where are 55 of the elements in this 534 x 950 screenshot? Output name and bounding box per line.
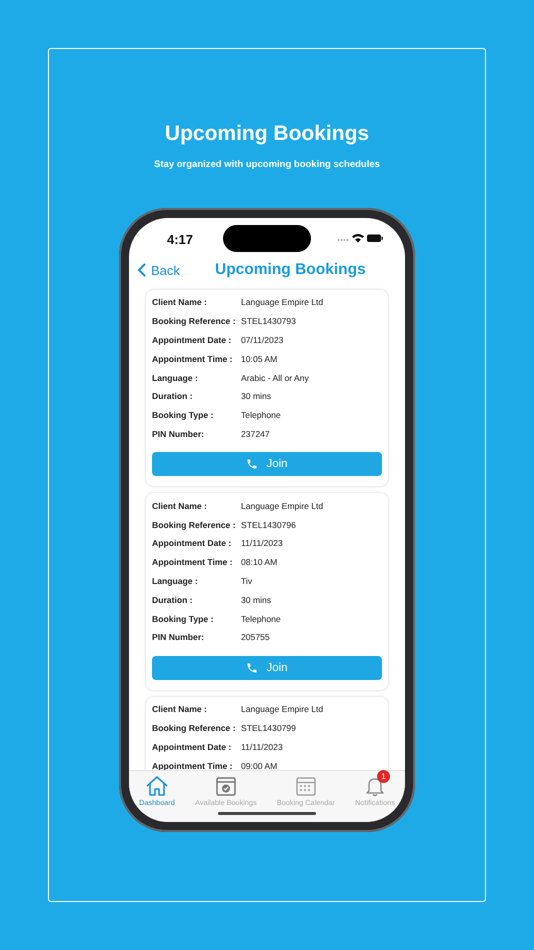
field-value: Arabic - All or Any — [241, 372, 309, 383]
field-label: Booking Reference : — [152, 316, 237, 326]
field-value: 09:00 AM — [241, 760, 278, 770]
field-value: Language Empire Ltd — [241, 500, 324, 511]
field-label: Appointment Date : — [152, 742, 232, 752]
back-link[interactable]: Back — [137, 262, 180, 278]
field-value: 205755 — [241, 632, 270, 642]
field-value: Telephone — [241, 410, 281, 420]
phone-icon — [246, 662, 258, 674]
field-label: Language : — [152, 372, 199, 383]
field-value: 10:05 AM — [241, 354, 278, 364]
field-value: STEL1430799 — [241, 722, 296, 733]
page-subheading: Stay organized with upcoming booking schedules — [154, 159, 380, 170]
field-label: Duration : — [152, 594, 194, 605]
field-value: Tiv — [241, 576, 252, 586]
calendar-icon — [294, 774, 317, 796]
calendar-check-icon — [214, 774, 237, 796]
field-value: 07/11/2023 — [241, 334, 284, 345]
field-label: Booking Reference : — [152, 520, 237, 530]
join-button[interactable]: Join — [152, 452, 382, 476]
field-label: Appointment Date : — [152, 334, 232, 345]
back-chevron-icon — [137, 263, 146, 277]
field-value: Language Empire Ltd — [241, 297, 324, 308]
field-value: 08:10 AM — [241, 557, 278, 568]
field-label: Appointment Time : — [152, 760, 234, 770]
notification-count: 1 — [377, 770, 390, 783]
field-value: 30 mins — [241, 594, 272, 605]
field-label: Appointment Date : — [152, 538, 232, 548]
field-value: 237247 — [241, 428, 270, 439]
field-value: 11/11/2023 — [241, 538, 283, 548]
field-value: STEL1430796 — [241, 520, 296, 530]
field-value: Telephone — [241, 614, 281, 624]
home-icon — [144, 774, 169, 796]
field-value: 11/11/2023 — [241, 742, 283, 752]
field-value: STEL1430793 — [241, 316, 296, 326]
field-label: PIN Number: — [152, 632, 206, 642]
phone-icon — [246, 458, 258, 470]
page-heading: Upcoming Bookings — [164, 122, 370, 146]
field-label: Booking Type : — [152, 614, 214, 624]
field-label: Booking Reference : — [152, 722, 237, 733]
field-label: Language : — [152, 576, 199, 586]
field-label: Duration : — [152, 391, 194, 402]
field-label: Client Name : — [152, 500, 208, 511]
field-label: PIN Number: — [152, 428, 206, 439]
field-value: 30 mins — [241, 391, 272, 402]
field-label: Client Name : — [152, 704, 208, 714]
status-time: 4:17 — [167, 232, 194, 246]
field-value: Language Empire Ltd — [241, 704, 324, 714]
field-label: Booking Type : — [152, 410, 214, 420]
screen-title: Upcoming Bookings — [215, 261, 366, 279]
join-button[interactable]: Join — [152, 656, 382, 680]
field-label: Client Name : — [152, 297, 208, 308]
field-label: Appointment Time : — [152, 557, 234, 568]
status-icons — [337, 232, 383, 244]
field-label: Appointment Time : — [152, 354, 234, 364]
